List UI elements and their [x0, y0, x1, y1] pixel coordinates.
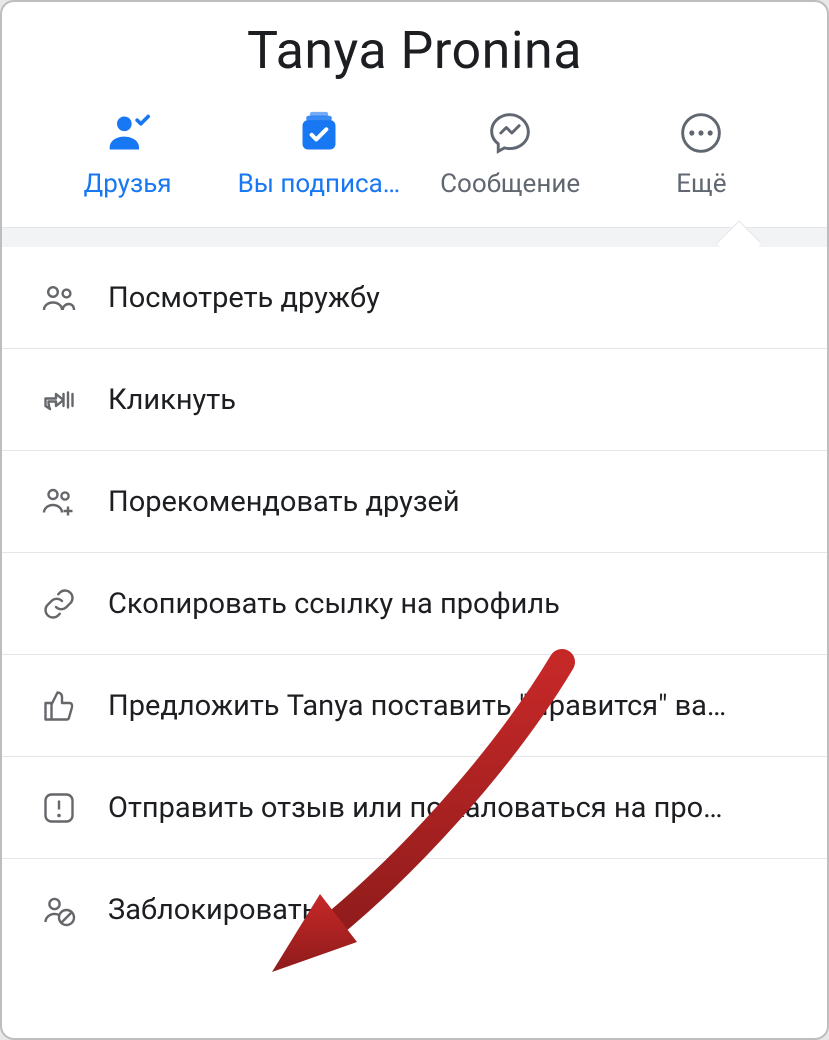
menu-poke[interactable]: Кликнуть [2, 349, 827, 451]
menu-view-friendship[interactable]: Посмотреть дружбу [2, 247, 827, 349]
link-icon [40, 585, 78, 623]
menu-block-label: Заблокировать [108, 893, 317, 927]
friends-label: Друзья [80, 169, 176, 199]
subscribed-icon [293, 111, 345, 155]
profile-name: Tanya Pronina [2, 2, 827, 111]
menu-invite-like[interactable]: Предложить Tanya поставить "Нравится" ва… [2, 655, 827, 757]
menu-suggest-friends-label: Порекомендовать друзей [108, 485, 460, 519]
report-icon [40, 789, 78, 827]
group-icon [40, 279, 78, 317]
friends-icon [102, 111, 154, 155]
menu-copy-link-label: Скопировать ссылку на профиль [108, 587, 560, 621]
menu-block[interactable]: Заблокировать [2, 859, 827, 961]
menu-invite-like-label: Предложить Tanya поставить "Нравится" ва… [108, 689, 726, 723]
friends-action[interactable]: Друзья [32, 111, 223, 199]
more-menu: Посмотреть дружбу Кликнуть [2, 247, 827, 961]
subscribed-label: Вы подписа… [234, 169, 405, 199]
menu-report[interactable]: Отправить отзыв или пожаловаться на про… [2, 757, 827, 859]
menu-copy-link[interactable]: Скопировать ссылку на профиль [2, 553, 827, 655]
poke-icon [40, 381, 78, 419]
menu-view-friendship-label: Посмотреть дружбу [108, 281, 380, 315]
subscribed-action[interactable]: Вы подписа… [223, 111, 414, 199]
more-label: Ещё [672, 169, 730, 199]
more-icon [675, 111, 727, 155]
messenger-icon [484, 111, 536, 155]
message-action[interactable]: Сообщение [415, 111, 606, 199]
like-icon [40, 687, 78, 725]
menu-report-label: Отправить отзыв или пожаловаться на про… [108, 791, 723, 825]
profile-actions-bar: Друзья Вы подписа… Сообщение [2, 111, 827, 227]
profile-more-menu-screen: Tanya Pronina Друзья Вы по [0, 0, 829, 1040]
more-action[interactable]: Ещё [606, 111, 797, 199]
menu-poke-label: Кликнуть [108, 383, 236, 417]
menu-suggest-friends[interactable]: Порекомендовать друзей [2, 451, 827, 553]
message-label: Сообщение [436, 169, 584, 199]
menu-pointer-bar [2, 227, 827, 247]
add-friends-icon [40, 483, 78, 521]
block-icon [40, 891, 78, 929]
